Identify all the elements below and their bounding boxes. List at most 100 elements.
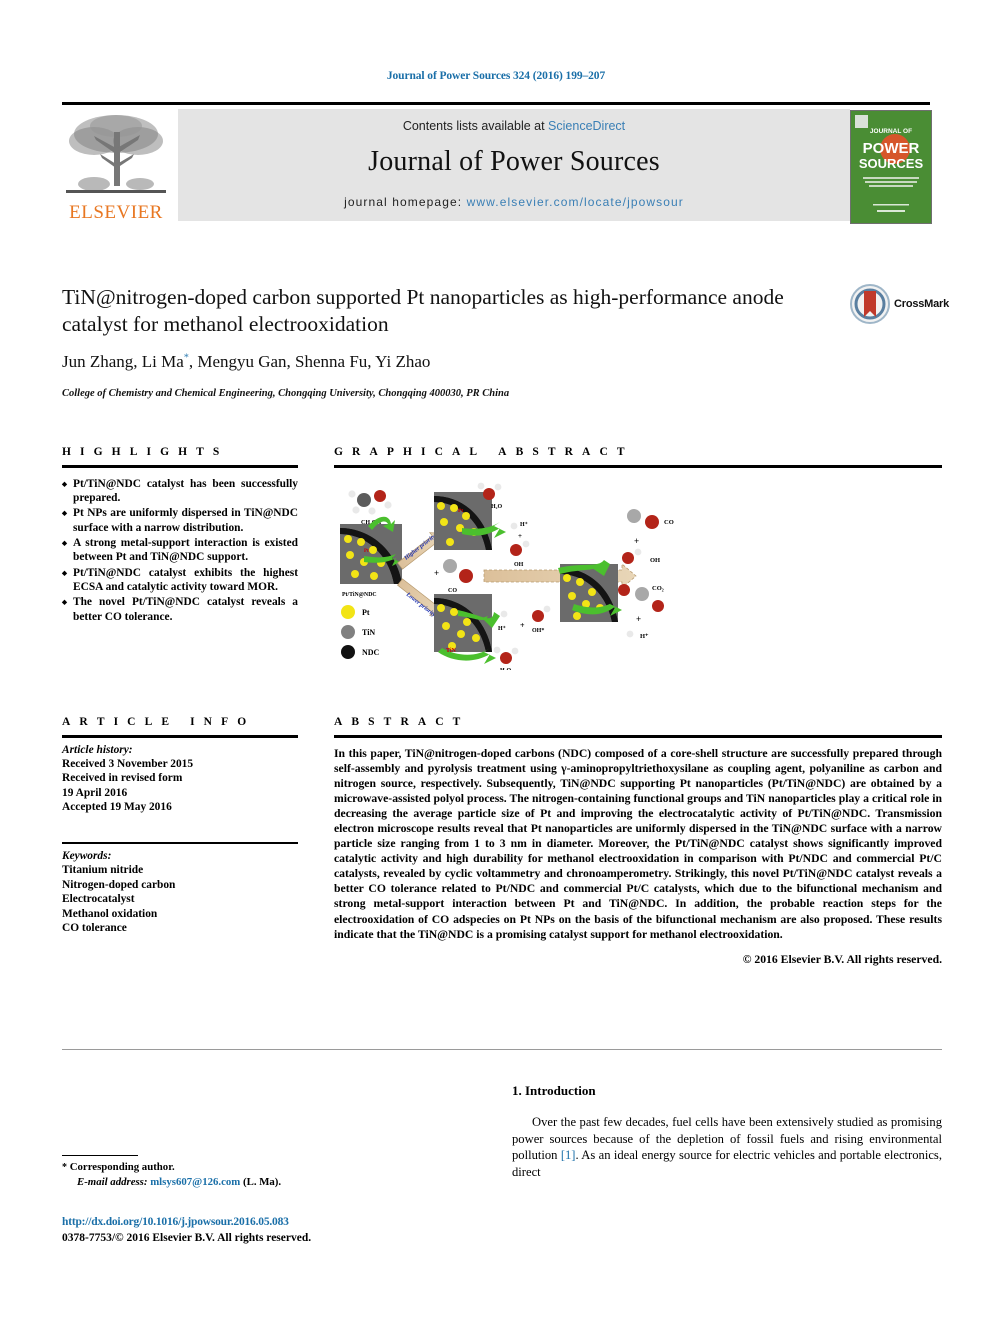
contents-prefix-text: Contents lists available at — [402, 119, 549, 133]
introduction-heading: 1. Introduction — [512, 1083, 596, 1098]
article-info-rule — [62, 735, 298, 738]
email-note: E-mail address: mlsys607@126.com (L. Ma)… — [62, 1175, 392, 1189]
svg-text:+: + — [434, 568, 439, 578]
page-title: TiN@nitrogen-doped carbon supported Pt n… — [62, 285, 784, 336]
journal-homepage-link[interactable]: www.elsevier.com/locate/jpowsour — [467, 195, 684, 209]
citation-link-1[interactable]: [1] — [561, 1148, 576, 1162]
abstract-text: In this paper, TiN@nitrogen-doped carbon… — [334, 746, 942, 941]
article-info-spacer — [62, 815, 298, 842]
contents-available-line: Contents lists available at ScienceDirec… — [178, 119, 850, 133]
keyword-item: Nitrogen-doped carbon — [62, 878, 176, 891]
svg-text:H⁺: H⁺ — [640, 633, 649, 640]
list-item: The novel Pt/TiN@NDC catalyst reveals a … — [62, 595, 298, 624]
journal-cover-art: JOURNAL OF POWER SOURCES — [851, 111, 931, 223]
keywords-label: Keywords: — [62, 850, 112, 863]
keyword-item: Titanium nitride — [62, 864, 144, 877]
author-list: Jun Zhang, Li Ma*, Mengyu Gan, Shenna Fu… — [62, 352, 842, 372]
svg-text:Pt: Pt — [458, 508, 463, 514]
list-item: Pt/TiN@NDC catalyst has been successfull… — [62, 477, 298, 506]
svg-text:CO: CO — [664, 519, 674, 526]
crossmark-badge[interactable]: CrossMark — [850, 284, 949, 328]
panel-tin-site: TiN H₂O H⁺ + OH* — [434, 593, 551, 670]
diagram-legend: Pt TiN NDC — [341, 604, 380, 659]
history-item: Accepted 19 May 2016 — [62, 801, 172, 814]
masthead-top-rule — [62, 102, 930, 105]
footnote-star: * — [62, 1162, 67, 1173]
abstract-copyright: © 2016 Elsevier B.V. All rights reserved… — [742, 952, 942, 966]
svg-text:SOURCES: SOURCES — [859, 156, 924, 171]
corresponding-author-note: * Corresponding author. — [62, 1160, 392, 1175]
svg-text:+: + — [518, 532, 522, 540]
highlights-heading: H I G H L I G H T S — [62, 446, 223, 458]
svg-text:H₂O: H₂O — [500, 668, 511, 670]
elsevier-tree-icon — [66, 115, 166, 193]
email-link[interactable]: mlsys607@126.com — [150, 1176, 240, 1188]
highlights-rule — [62, 465, 298, 468]
reaction-mechanism-diagram: CH₃OH Pt/TiN@NDC Pt Pt TiN NDC Higher pr… — [340, 482, 674, 670]
highlights-section: H I G H L I G H T S Pt/TiN@NDC catalyst … — [62, 446, 298, 625]
doi-link[interactable]: http://dx.doi.org/10.1016/j.jpowsour.201… — [62, 1216, 289, 1228]
list-item: Pt/TiN@NDC catalyst exhibits the highest… — [62, 566, 298, 595]
footnote-block: * Corresponding author. E-mail address: … — [62, 1160, 392, 1189]
corresponding-author-text: Corresponding author. — [69, 1161, 175, 1173]
list-item: Pt NPs are uniformly dispersed in TiN@ND… — [62, 506, 298, 535]
abstract-section: A B S T R A C T In this paper, TiN@nitro… — [334, 716, 942, 966]
keyword-item: Methanol oxidation — [62, 907, 158, 920]
svg-text:CO: CO — [448, 588, 457, 594]
journal-masthead: ELSEVIER Contents lists available at Sci… — [62, 102, 932, 228]
panel-pt-site: Pt H₂O H⁺ + OH — [434, 482, 530, 568]
email-label: E-mail address: — [77, 1176, 148, 1188]
svg-text:CO₂: CO₂ — [652, 585, 664, 592]
masthead-grey-band: Contents lists available at ScienceDirec… — [178, 109, 850, 221]
list-item: A strong metal-support interaction is ex… — [62, 536, 298, 565]
svg-text:TiN: TiN — [362, 628, 375, 637]
footnote-separator-rule — [62, 1155, 138, 1156]
running-head-citation: Journal of Power Sources 324 (2016) 199–… — [386, 70, 606, 82]
graphical-abstract-section: G R A P H I C A L A B S T R A C T CH₃OH … — [334, 446, 942, 670]
svg-text:JOURNAL OF: JOURNAL OF — [870, 128, 912, 135]
svg-text:+: + — [636, 614, 641, 624]
homepage-prefix-text: journal homepage: — [344, 195, 467, 209]
highlights-list: Pt/TiN@NDC catalyst has been successfull… — [62, 477, 298, 625]
co-molecule: + CO — [434, 558, 473, 594]
svg-text:OH: OH — [514, 562, 524, 568]
svg-text:+: + — [634, 536, 639, 546]
svg-text:+: + — [520, 621, 525, 630]
article-history-block: Article history: Received 3 November 201… — [62, 743, 298, 815]
article-info-section: A R T I C L E I N F O Article history: R… — [62, 716, 298, 935]
keywords-block: Keywords: Titanium nitride Nitrogen-dope… — [62, 849, 298, 935]
journal-article-page: Journal of Power Sources 324 (2016) 199–… — [0, 0, 992, 1323]
crossmark-icon — [850, 284, 890, 324]
svg-text:Pt: Pt — [362, 608, 370, 617]
elsevier-logo: ELSEVIER — [62, 108, 170, 228]
svg-text:POWER: POWER — [863, 140, 920, 157]
elsevier-wordmark: ELSEVIER — [69, 202, 163, 223]
svg-text:H⁺: H⁺ — [520, 521, 528, 528]
introduction-paragraph: Over the past few decades, fuel cells ha… — [512, 1114, 942, 1180]
abstract-rule — [334, 735, 942, 738]
abstract-heading: A B S T R A C T — [334, 716, 464, 728]
svg-text:H⁺: H⁺ — [498, 625, 506, 632]
introduction-section: 1. Introduction Over the past few decade… — [512, 1083, 942, 1180]
title-block: TiN@nitrogen-doped carbon supported Pt n… — [62, 284, 842, 338]
journal-homepage-line: journal homepage: www.elsevier.com/locat… — [178, 195, 850, 209]
article-info-heading: A R T I C L E I N F O — [62, 716, 250, 728]
issn-copyright-line: 0378-7753/© 2016 Elsevier B.V. All right… — [62, 1232, 312, 1244]
journal-cover-thumbnail: JOURNAL OF POWER SOURCES — [850, 110, 932, 224]
svg-text:OH: OH — [650, 557, 660, 564]
panel-catalyst-particle: CH₃OH Pt/TiN@NDC Pt — [340, 489, 402, 598]
graphical-abstract-rule — [334, 465, 942, 468]
svg-text:Pt: Pt — [364, 549, 369, 554]
sciencedirect-link[interactable]: ScienceDirect — [548, 119, 625, 133]
crossmark-label: CrossMark — [894, 298, 950, 310]
keyword-item: CO tolerance — [62, 922, 127, 935]
journal-title: Journal of Power Sources — [368, 146, 660, 177]
article-history-label: Article history: — [62, 743, 133, 756]
history-item: 19 April 2016 — [62, 786, 128, 799]
svg-text:OH*: OH* — [532, 628, 544, 634]
author-affiliation: College of Chemistry and Chemical Engine… — [62, 388, 510, 399]
intro-text-part2: . As an ideal energy source for electric… — [512, 1148, 942, 1179]
keyword-item: Electrocatalyst — [62, 893, 135, 906]
authors-before-mark: Jun Zhang, Li Ma — [62, 352, 184, 371]
graphical-abstract-figure: CH₃OH Pt/TiN@NDC Pt Pt TiN NDC Higher pr… — [334, 482, 942, 670]
